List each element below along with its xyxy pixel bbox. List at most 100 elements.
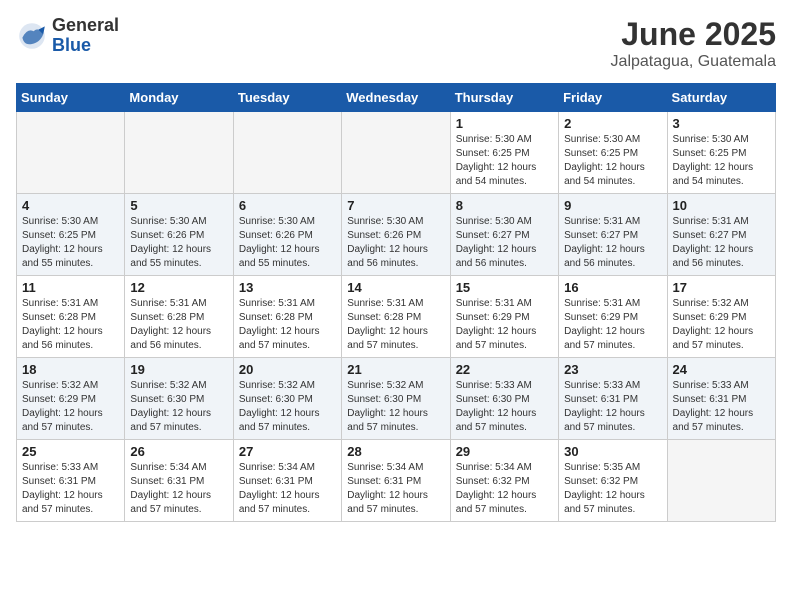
calendar-cell: [233, 112, 341, 194]
weekday-header-monday: Monday: [125, 84, 233, 112]
weekday-header-saturday: Saturday: [667, 84, 775, 112]
day-info: Sunrise: 5:30 AMSunset: 6:27 PMDaylight:…: [456, 215, 553, 271]
calendar-cell: 21 Sunrise: 5:32 AMSunset: 6:30 PMDayligh…: [342, 358, 450, 440]
calendar-cell: 24 Sunrise: 5:33 AMSunset: 6:31 PMDayligh…: [667, 358, 775, 440]
day-info: Sunrise: 5:30 AMSunset: 6:25 PMDaylight:…: [22, 215, 119, 271]
day-info: Sunrise: 5:32 AMSunset: 6:29 PMDaylight:…: [673, 297, 770, 353]
calendar-cell: 27Sunrise: 5:34 AMSunset: 6:31 PMDayligh…: [233, 440, 341, 522]
day-info: Sunrise: 5:30 AMSunset: 6:25 PMDaylight:…: [456, 133, 553, 189]
page-header: General Blue June 2025 Jalpatagua, Guate…: [16, 16, 776, 71]
day-number: 25: [22, 444, 119, 459]
calendar: SundayMondayTuesdayWednesdayThursdayFrid…: [16, 83, 776, 522]
weekday-header-sunday: Sunday: [17, 84, 125, 112]
day-number: 3: [673, 116, 770, 131]
day-info: Sunrise: 5:33 AMSunset: 6:31 PMDaylight:…: [22, 461, 119, 517]
weekday-header-friday: Friday: [559, 84, 667, 112]
calendar-cell: 22 Sunrise: 5:33 AMSunset: 6:30 PMDayligh…: [450, 358, 558, 440]
weekday-header-thursday: Thursday: [450, 84, 558, 112]
day-number: 12: [130, 280, 227, 295]
calendar-cell: 8 Sunrise: 5:30 AMSunset: 6:27 PMDaylight…: [450, 194, 558, 276]
calendar-cell: 30 Sunrise: 5:35 AMSunset: 6:32 PMDayligh…: [559, 440, 667, 522]
calendar-cell: [667, 440, 775, 522]
calendar-cell: 7 Sunrise: 5:30 AMSunset: 6:26 PMDaylight…: [342, 194, 450, 276]
calendar-week-5: 25 Sunrise: 5:33 AMSunset: 6:31 PMDayligh…: [17, 440, 776, 522]
calendar-cell: 10 Sunrise: 5:31 AMSunset: 6:27 PMDayligh…: [667, 194, 775, 276]
calendar-cell: 28 Sunrise: 5:34 AMSunset: 6:31 PMDayligh…: [342, 440, 450, 522]
calendar-cell: 1 Sunrise: 5:30 AMSunset: 6:25 PMDaylight…: [450, 112, 558, 194]
day-info: Sunrise: 5:30 AMSunset: 6:26 PMDaylight:…: [347, 215, 444, 271]
calendar-cell: 6Sunrise: 5:30 AMSunset: 6:26 PMDaylight…: [233, 194, 341, 276]
day-number: 8: [456, 198, 553, 213]
day-number: 29: [456, 444, 553, 459]
day-info: Sunrise: 5:31 AMSunset: 6:28 PMDaylight:…: [347, 297, 444, 353]
calendar-week-4: 18Sunrise: 5:32 AMSunset: 6:29 PMDayligh…: [17, 358, 776, 440]
day-number: 10: [673, 198, 770, 213]
calendar-cell: 18Sunrise: 5:32 AMSunset: 6:29 PMDayligh…: [17, 358, 125, 440]
day-info: Sunrise: 5:32 AMSunset: 6:30 PMDaylight:…: [347, 379, 444, 435]
day-info: Sunrise: 5:30 AMSunset: 6:25 PMDaylight:…: [564, 133, 661, 189]
calendar-cell: 26 Sunrise: 5:34 AMSunset: 6:31 PMDayligh…: [125, 440, 233, 522]
day-info: Sunrise: 5:34 AMSunset: 6:32 PMDaylight:…: [456, 461, 553, 517]
calendar-cell: 15 Sunrise: 5:31 AMSunset: 6:29 PMDayligh…: [450, 276, 558, 358]
calendar-cell: 4 Sunrise: 5:30 AMSunset: 6:25 PMDaylight…: [17, 194, 125, 276]
calendar-week-3: 11Sunrise: 5:31 AMSunset: 6:28 PMDayligh…: [17, 276, 776, 358]
day-info: Sunrise: 5:31 AMSunset: 6:29 PMDaylight:…: [564, 297, 661, 353]
calendar-cell: 29 Sunrise: 5:34 AMSunset: 6:32 PMDayligh…: [450, 440, 558, 522]
weekday-header-wednesday: Wednesday: [342, 84, 450, 112]
day-number: 19: [130, 362, 227, 377]
calendar-cell: 13Sunrise: 5:31 AMSunset: 6:28 PMDayligh…: [233, 276, 341, 358]
calendar-cell: 17 Sunrise: 5:32 AMSunset: 6:29 PMDayligh…: [667, 276, 775, 358]
day-info: Sunrise: 5:31 AMSunset: 6:28 PMDaylight:…: [22, 297, 119, 353]
day-info: Sunrise: 5:33 AMSunset: 6:30 PMDaylight:…: [456, 379, 553, 435]
calendar-cell: 9 Sunrise: 5:31 AMSunset: 6:27 PMDaylight…: [559, 194, 667, 276]
calendar-cell: 12 Sunrise: 5:31 AMSunset: 6:28 PMDayligh…: [125, 276, 233, 358]
day-number: 4: [22, 198, 119, 213]
calendar-cell: 25 Sunrise: 5:33 AMSunset: 6:31 PMDayligh…: [17, 440, 125, 522]
day-number: 14: [347, 280, 444, 295]
day-info: Sunrise: 5:34 AMSunset: 6:31 PMDaylight:…: [239, 461, 336, 517]
logo-icon: [16, 20, 48, 52]
logo-general: General: [52, 16, 119, 36]
calendar-cell: 11Sunrise: 5:31 AMSunset: 6:28 PMDayligh…: [17, 276, 125, 358]
day-number: 26: [130, 444, 227, 459]
weekday-header-row: SundayMondayTuesdayWednesdayThursdayFrid…: [17, 84, 776, 112]
day-number: 16: [564, 280, 661, 295]
day-number: 24: [673, 362, 770, 377]
calendar-cell: 3 Sunrise: 5:30 AMSunset: 6:25 PMDaylight…: [667, 112, 775, 194]
calendar-cell: 19Sunrise: 5:32 AMSunset: 6:30 PMDayligh…: [125, 358, 233, 440]
logo-text: General Blue: [52, 16, 119, 56]
day-number: 22: [456, 362, 553, 377]
day-number: 1: [456, 116, 553, 131]
day-info: Sunrise: 5:32 AMSunset: 6:30 PMDaylight:…: [239, 379, 336, 435]
day-info: Sunrise: 5:31 AMSunset: 6:29 PMDaylight:…: [456, 297, 553, 353]
day-number: 21: [347, 362, 444, 377]
day-info: Sunrise: 5:33 AMSunset: 6:31 PMDaylight:…: [673, 379, 770, 435]
day-number: 7: [347, 198, 444, 213]
day-number: 30: [564, 444, 661, 459]
day-info: Sunrise: 5:34 AMSunset: 6:31 PMDaylight:…: [347, 461, 444, 517]
day-info: Sunrise: 5:31 AMSunset: 6:27 PMDaylight:…: [564, 215, 661, 271]
day-info: Sunrise: 5:34 AMSunset: 6:31 PMDaylight:…: [130, 461, 227, 517]
calendar-cell: [125, 112, 233, 194]
month-title: June 2025: [611, 16, 776, 53]
day-number: 20: [239, 362, 336, 377]
calendar-cell: 5Sunrise: 5:30 AMSunset: 6:26 PMDaylight…: [125, 194, 233, 276]
title-block: June 2025 Jalpatagua, Guatemala: [611, 16, 776, 71]
day-number: 5: [130, 198, 227, 213]
day-number: 13: [239, 280, 336, 295]
calendar-cell: 14 Sunrise: 5:31 AMSunset: 6:28 PMDayligh…: [342, 276, 450, 358]
day-number: 2: [564, 116, 661, 131]
day-number: 6: [239, 198, 336, 213]
day-info: Sunrise: 5:35 AMSunset: 6:32 PMDaylight:…: [564, 461, 661, 517]
day-number: 28: [347, 444, 444, 459]
calendar-cell: 2 Sunrise: 5:30 AMSunset: 6:25 PMDaylight…: [559, 112, 667, 194]
calendar-cell: [17, 112, 125, 194]
day-info: Sunrise: 5:31 AMSunset: 6:28 PMDaylight:…: [130, 297, 227, 353]
day-number: 17: [673, 280, 770, 295]
day-info: Sunrise: 5:31 AMSunset: 6:27 PMDaylight:…: [673, 215, 770, 271]
calendar-cell: 20 Sunrise: 5:32 AMSunset: 6:30 PMDayligh…: [233, 358, 341, 440]
day-info: Sunrise: 5:30 AMSunset: 6:25 PMDaylight:…: [673, 133, 770, 189]
day-number: 9: [564, 198, 661, 213]
logo-blue: Blue: [52, 36, 119, 56]
day-number: 15: [456, 280, 553, 295]
